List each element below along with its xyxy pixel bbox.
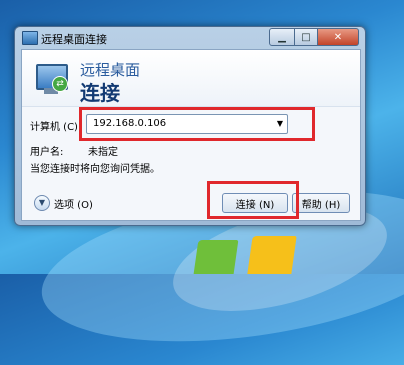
maximize-button[interactable]: □: [295, 28, 318, 46]
computer-combobox[interactable]: 192.168.0.106 ▼: [86, 114, 288, 134]
windows-logo-yellow-pane: [247, 236, 297, 274]
options-toggle[interactable]: ▼ 选项 (O): [34, 195, 93, 211]
connect-button[interactable]: 连接 (N): [222, 193, 288, 213]
remote-desktop-icon: ⇄: [36, 58, 70, 98]
dropdown-arrow-icon[interactable]: ▼: [277, 119, 283, 128]
maximize-icon: □: [301, 31, 311, 43]
minimize-button[interactable]: ▁: [269, 28, 295, 46]
username-value: 未指定: [88, 147, 118, 158]
windows-logo-green-pane: [193, 240, 239, 274]
username-label: 用户名:: [30, 147, 64, 158]
connection-arrow-icon: ⇄: [52, 76, 68, 92]
close-button[interactable]: ✕: [318, 28, 359, 46]
title-bar[interactable]: 远程桌面连接 ▁ □ ✕: [15, 27, 365, 49]
window-title: 远程桌面连接: [41, 33, 107, 46]
options-label[interactable]: 选项 (O): [54, 196, 93, 211]
caption-buttons: ▁ □ ✕: [269, 28, 359, 46]
header-banner: ⇄ 远程桌面 连接: [22, 50, 360, 107]
computer-label: 计算机 (C):: [30, 122, 82, 133]
close-icon: ✕: [333, 31, 343, 43]
minimize-icon: ▁: [278, 31, 286, 43]
computer-value[interactable]: 192.168.0.106: [93, 118, 166, 129]
remote-desktop-icon: [22, 31, 38, 45]
chevron-down-icon[interactable]: ▼: [34, 195, 50, 211]
credentials-hint: 当您连接时将向您询问凭据。: [30, 164, 160, 175]
banner-title-line2: 连接: [80, 81, 120, 105]
help-button[interactable]: 帮助 (H): [292, 193, 350, 213]
